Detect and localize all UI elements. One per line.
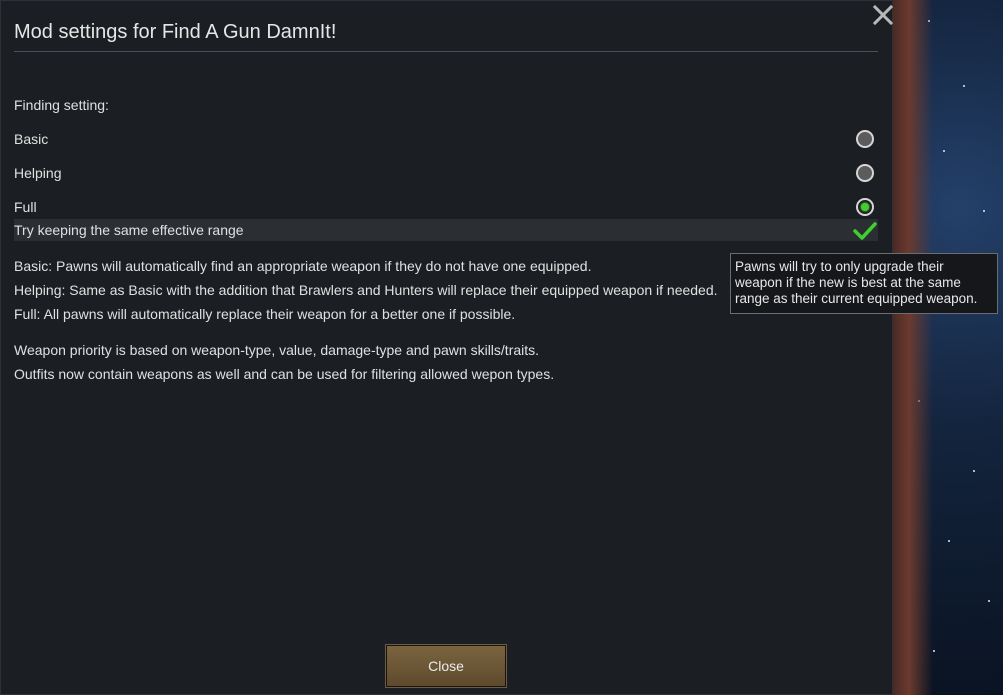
star (963, 85, 965, 87)
dialog-title: Mod settings for Find A Gun DamnIt! (14, 21, 337, 43)
note-outfits: Outfits now contain weapons as well and … (14, 366, 555, 382)
mod-settings-dialog: Mod settings for Find A Gun DamnIt! Find… (0, 0, 895, 695)
star (933, 650, 935, 652)
note-weapon-priority: Weapon priority is based on weapon-type,… (14, 342, 540, 358)
radio-basic[interactable] (856, 130, 874, 148)
description-basic: Basic: Pawns will automatically find an … (14, 258, 592, 274)
star (973, 470, 975, 472)
radio-helping[interactable] (856, 164, 874, 182)
star (943, 150, 945, 152)
option-label-basic[interactable]: Basic (14, 131, 48, 147)
checkbox-label-same-range[interactable]: Try keeping the same effective range (14, 222, 244, 238)
title-divider (14, 51, 878, 52)
close-icon[interactable] (871, 3, 895, 27)
finding-setting-label: Finding setting: (14, 97, 109, 113)
star (988, 600, 990, 602)
close-button[interactable]: Close (385, 644, 507, 688)
background-planet (893, 0, 933, 695)
tooltip-line: range as their current equipped weapon. (735, 291, 978, 306)
description-helping: Helping: Same as Basic with the addition… (14, 282, 718, 298)
tooltip-same-range: Pawns will try to only upgrade their wea… (730, 253, 998, 314)
radio-selected-dot (861, 203, 869, 211)
description-full: Full: All pawns will automatically repla… (14, 306, 516, 322)
radio-full[interactable] (856, 198, 874, 216)
option-label-full[interactable]: Full (14, 199, 37, 215)
star (983, 210, 985, 212)
tooltip-line: Pawns will try to only upgrade their (735, 259, 944, 274)
checkmark-icon[interactable] (853, 221, 877, 241)
option-label-helping[interactable]: Helping (14, 165, 61, 181)
star (948, 540, 950, 542)
tooltip-line: weapon if the new is best at the same (735, 275, 961, 290)
